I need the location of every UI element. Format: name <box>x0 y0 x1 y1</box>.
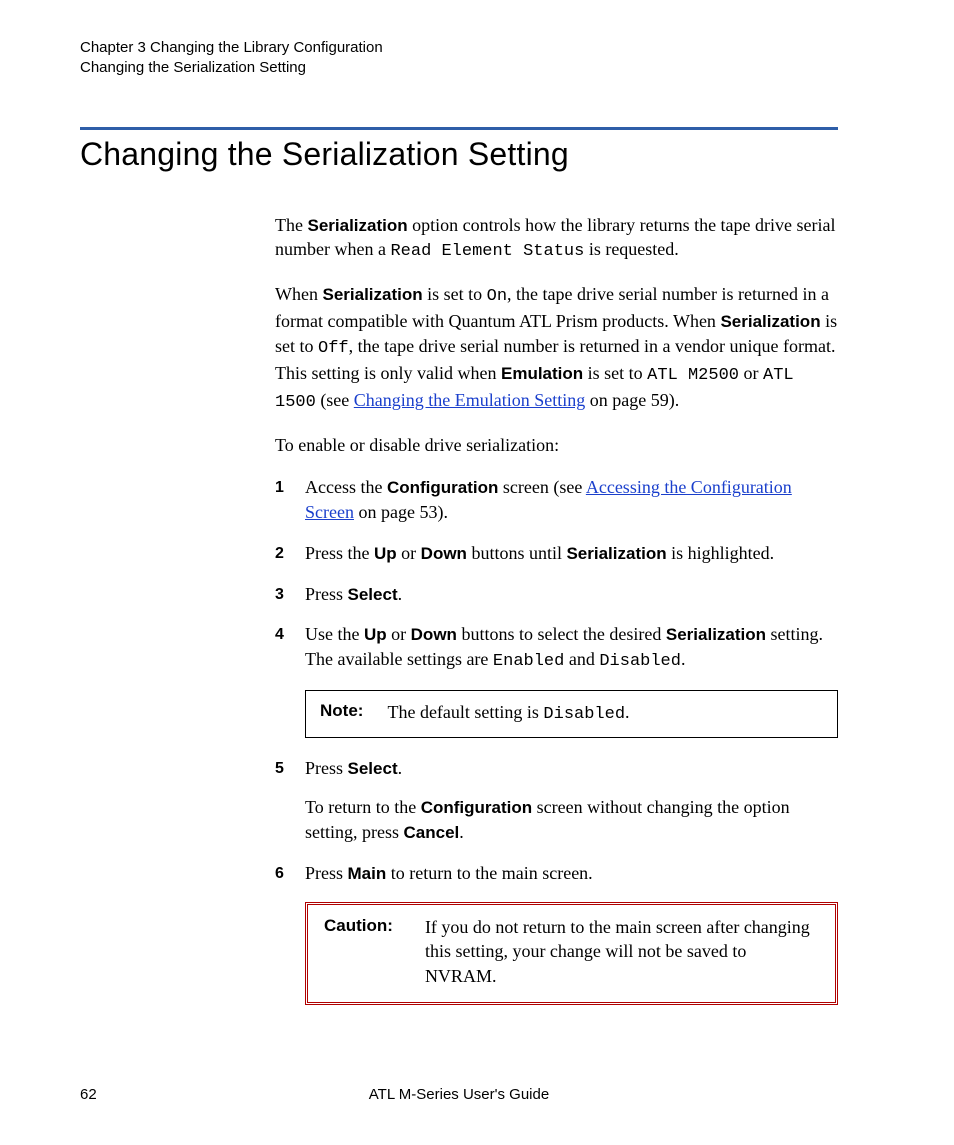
step-4: Use the Up or Down buttons to select the… <box>275 622 838 674</box>
term-configuration: Configuration <box>421 798 532 817</box>
text: or <box>397 543 421 563</box>
code-disabled: Disabled <box>599 652 681 671</box>
text: is requested. <box>584 239 678 259</box>
text: on page 59). <box>585 390 679 410</box>
term-down: Down <box>421 544 467 563</box>
term-select: Select <box>348 585 398 604</box>
step-2: Press the Up or Down buttons until Seria… <box>275 541 838 566</box>
procedure-steps: Access the Configuration screen (see Acc… <box>275 475 838 674</box>
header-section: Changing the Serialization Setting <box>80 58 838 78</box>
term-down: Down <box>411 625 457 644</box>
text: or <box>387 624 411 644</box>
text: . <box>459 822 464 842</box>
term-emulation: Emulation <box>501 364 583 383</box>
header-chapter: Chapter 3 Changing the Library Configura… <box>80 38 838 58</box>
term-serialization: Serialization <box>666 625 766 644</box>
term-serialization: Serialization <box>720 312 820 331</box>
note-box: Note: The default setting is Disabled. <box>305 690 838 738</box>
text: Press the <box>305 543 374 563</box>
text: Use the <box>305 624 364 644</box>
intro-para-3: To enable or disable drive serialization… <box>275 433 838 457</box>
code-read-element-status: Read Element Status <box>390 242 584 261</box>
term-up: Up <box>364 625 387 644</box>
step-3: Press Select. <box>275 582 838 607</box>
code-enabled: Enabled <box>493 652 564 671</box>
caution-text: If you do not return to the main screen … <box>425 915 819 988</box>
note-label: Note: <box>320 700 363 727</box>
text: is set to <box>423 284 487 304</box>
step-6: Press Main to return to the main screen. <box>275 861 838 886</box>
text: . <box>398 758 403 778</box>
text: . <box>681 649 686 669</box>
text: is set to <box>583 363 647 383</box>
footer-title: ATL M-Series User's Guide <box>80 1086 838 1103</box>
term-up: Up <box>374 544 397 563</box>
text: Press <box>305 863 348 883</box>
term-main: Main <box>348 864 387 883</box>
page: Chapter 3 Changing the Library Configura… <box>0 0 954 1145</box>
procedure-steps-cont: Press Select. To return to the Configura… <box>275 756 838 886</box>
step-1: Access the Configuration screen (see Acc… <box>275 475 838 524</box>
term-serialization: Serialization <box>566 544 666 563</box>
term-serialization: Serialization <box>307 216 407 235</box>
step-5: Press Select. To return to the Configura… <box>275 756 838 845</box>
text: to return to the main screen. <box>386 863 592 883</box>
term-cancel: Cancel <box>404 823 460 842</box>
text: is highlighted. <box>667 543 775 563</box>
term-select: Select <box>348 759 398 778</box>
code-disabled: Disabled <box>543 705 625 724</box>
body-column: The Serialization option controls how th… <box>275 213 838 1005</box>
page-footer: 62 ATL M-Series User's Guide <box>80 1086 838 1103</box>
section-rule <box>80 127 838 130</box>
intro-para-2: When Serialization is set to On, the tap… <box>275 282 838 415</box>
text: The default setting is <box>387 702 543 722</box>
running-header: Chapter 3 Changing the Library Configura… <box>80 38 838 79</box>
term-serialization: Serialization <box>322 285 422 304</box>
term-configuration: Configuration <box>387 478 498 497</box>
text: or <box>739 363 763 383</box>
text: on page 53). <box>354 502 448 522</box>
caution-box: Caution: If you do not return to the mai… <box>305 902 838 1005</box>
text: . <box>398 584 403 604</box>
text: (see <box>316 390 354 410</box>
section-title: Changing the Serialization Setting <box>80 136 838 173</box>
text: The <box>275 215 307 235</box>
code-on: On <box>487 287 507 306</box>
text: buttons to select the desired <box>457 624 666 644</box>
text: When <box>275 284 322 304</box>
intro-para-1: The Serialization option controls how th… <box>275 213 838 265</box>
text: Press <box>305 584 348 604</box>
text: screen (see <box>498 477 585 497</box>
note-text: The default setting is Disabled. <box>387 700 823 727</box>
caution-label: Caution: <box>324 915 393 988</box>
text: To return to the <box>305 797 421 817</box>
link-changing-emulation-setting[interactable]: Changing the Emulation Setting <box>354 390 585 410</box>
code-atl-m2500: ATL M2500 <box>647 366 739 385</box>
text: . <box>625 702 630 722</box>
text: Press <box>305 758 348 778</box>
text: Access the <box>305 477 387 497</box>
text: and <box>564 649 599 669</box>
code-off: Off <box>318 339 349 358</box>
text: buttons until <box>467 543 567 563</box>
